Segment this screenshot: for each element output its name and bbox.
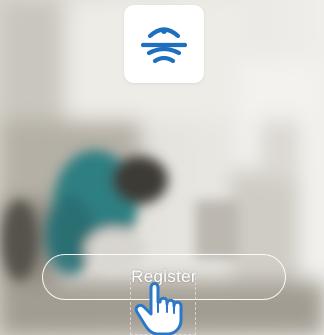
wifi-signal-icon xyxy=(140,27,188,64)
app-logo xyxy=(124,5,204,83)
register-screen: Register xyxy=(0,0,324,335)
tap-hand-icon xyxy=(134,282,183,335)
